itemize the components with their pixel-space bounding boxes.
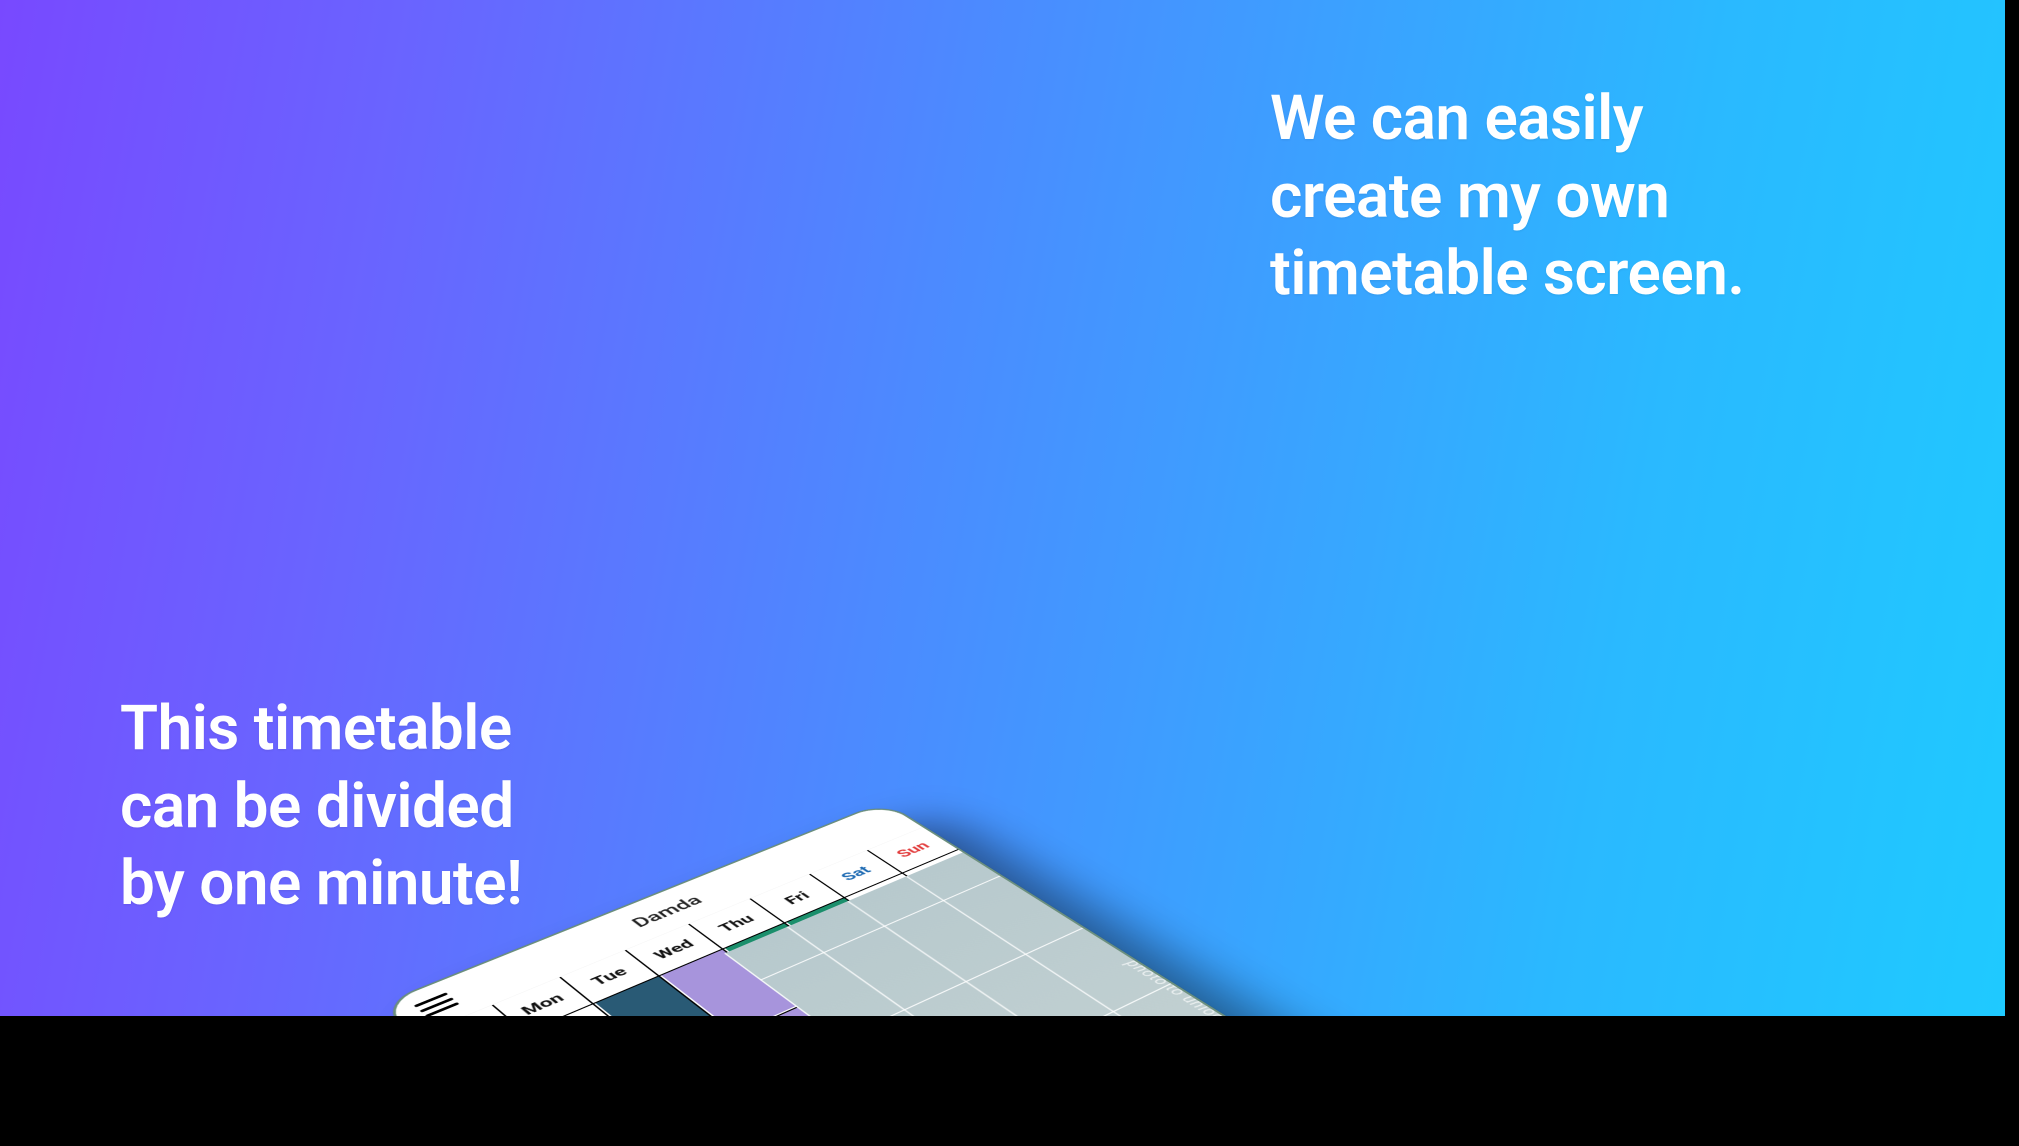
marketing-right-1: We can easily bbox=[1270, 82, 1643, 155]
marketing-text-left: This timetable can be divided by one min… bbox=[120, 690, 522, 923]
marketing-text-right: We can easily create my own timetable sc… bbox=[1270, 80, 1744, 313]
marketing-left-1: This timetable bbox=[120, 692, 512, 765]
hamburger-icon[interactable] bbox=[414, 992, 460, 1017]
marketing-right-3: timetable screen. bbox=[1270, 237, 1744, 310]
marketing-left-2: can be divided bbox=[120, 770, 514, 843]
marketing-left-3: by one minute! bbox=[120, 847, 522, 920]
marketing-right-2: create my own bbox=[1270, 160, 1669, 233]
letterbox-right bbox=[2005, 0, 2019, 1146]
letterbox-bottom bbox=[0, 1016, 2019, 1146]
promo-stage: This timetable can be divided by one min… bbox=[0, 0, 2019, 1146]
